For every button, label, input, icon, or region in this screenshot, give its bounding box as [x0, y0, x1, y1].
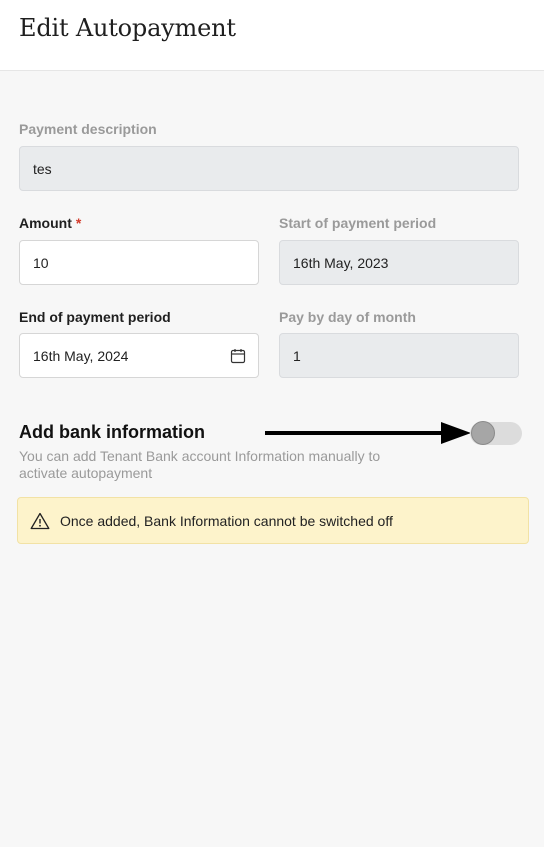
payment-description-label: Payment description	[19, 121, 157, 137]
bank-info-toggle[interactable]	[470, 421, 522, 445]
amount-value: 10	[33, 254, 49, 271]
amount-input[interactable]: 10	[19, 240, 259, 285]
pay-day-value: 1	[293, 347, 301, 364]
bank-info-title: Add bank information	[19, 422, 205, 442]
toggle-knob	[471, 421, 495, 445]
warning-alert-text: Once added, Bank Information cannot be s…	[60, 512, 393, 529]
pay-day-field[interactable]: 1	[279, 333, 519, 378]
required-mark: *	[75, 215, 82, 231]
bank-info-description: You can add Tenant Bank account Informat…	[19, 448, 381, 481]
calendar-icon[interactable]	[230, 348, 246, 364]
end-period-date-input[interactable]: 16th May, 2024	[19, 333, 259, 378]
page-header: Edit Autopayment	[0, 0, 544, 71]
amount-label-text: Amount	[19, 215, 72, 231]
page-title: Edit Autopayment	[19, 14, 236, 42]
payment-description-field[interactable]: tes	[19, 146, 519, 191]
start-period-value: 16th May, 2023	[293, 254, 389, 271]
start-period-label: Start of payment period	[279, 215, 437, 231]
warning-alert: Once added, Bank Information cannot be s…	[17, 497, 529, 544]
start-period-field[interactable]: 16th May, 2023	[279, 240, 519, 285]
end-period-label: End of payment period	[19, 309, 171, 325]
end-period-value: 16th May, 2024	[33, 347, 129, 364]
pay-day-label: Pay by day of month	[279, 309, 416, 325]
arrow-annotation-icon	[265, 422, 471, 444]
warning-icon	[30, 512, 50, 529]
amount-label: Amount *	[19, 215, 81, 231]
payment-description-value: tes	[33, 160, 52, 177]
